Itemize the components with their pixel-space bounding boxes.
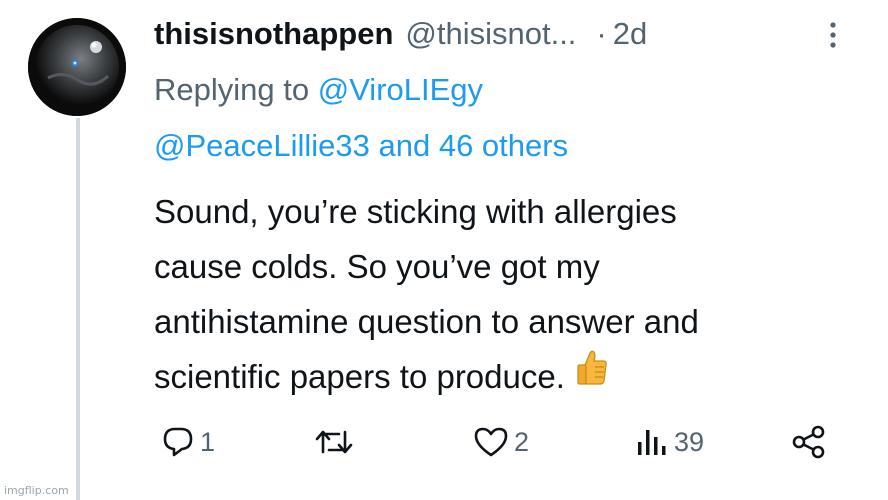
like-button[interactable]: 2 xyxy=(472,418,529,466)
views-button[interactable]: 39 xyxy=(634,418,704,466)
more-vertical-icon[interactable] xyxy=(826,20,840,50)
replying-to-label: Replying to xyxy=(154,72,310,107)
like-count: 2 xyxy=(514,426,530,457)
share-icon xyxy=(792,425,825,459)
mention-link[interactable]: @ViroLIEgy xyxy=(318,72,483,107)
reply-count: 1 xyxy=(200,426,216,457)
display-name[interactable]: thisisnothappen xyxy=(154,16,393,52)
tweet-text-line: antihistamine question to answer and xyxy=(154,303,699,340)
watermark: imgflip.com xyxy=(4,484,69,497)
views-count: 39 xyxy=(674,426,705,457)
retweet-icon xyxy=(315,430,353,454)
reply-icon xyxy=(163,427,193,457)
mention-others-link[interactable]: @PeaceLillie33 and 46 others xyxy=(154,128,568,163)
tweet-body: Sound, you’re sticking with allergies ca… xyxy=(154,184,874,404)
heart-icon xyxy=(474,427,508,457)
avatar[interactable] xyxy=(28,18,126,116)
reply-button[interactable]: 1 xyxy=(160,418,215,466)
action-bar: 1 2 39 xyxy=(0,418,888,466)
replying-to-line: Replying to @ViroLIEgy xyxy=(154,68,483,112)
user-handle[interactable]: @thisisnot... xyxy=(405,16,576,52)
retweet-button[interactable] xyxy=(314,418,358,466)
separator-dot: · xyxy=(596,16,607,51)
share-button[interactable] xyxy=(790,418,828,466)
tweet-header: thisisnothappen @thisisnot... · 2d xyxy=(154,12,647,56)
tweet-text-line-last: scientific papers to produce. xyxy=(154,349,874,404)
tweet-text-line: Sound, you’re sticking with allergies xyxy=(154,193,677,230)
tweet-text-last: scientific papers to produce. xyxy=(154,358,565,395)
thumbs-up-emoji-icon xyxy=(575,348,609,403)
replying-to-others: @PeaceLillie33 and 46 others xyxy=(154,124,568,168)
timestamp[interactable]: 2d xyxy=(613,16,647,52)
globe-avatar-icon xyxy=(28,18,126,116)
views-icon xyxy=(638,430,666,455)
tweet-text-line: cause colds. So you’ve got my xyxy=(154,248,600,285)
